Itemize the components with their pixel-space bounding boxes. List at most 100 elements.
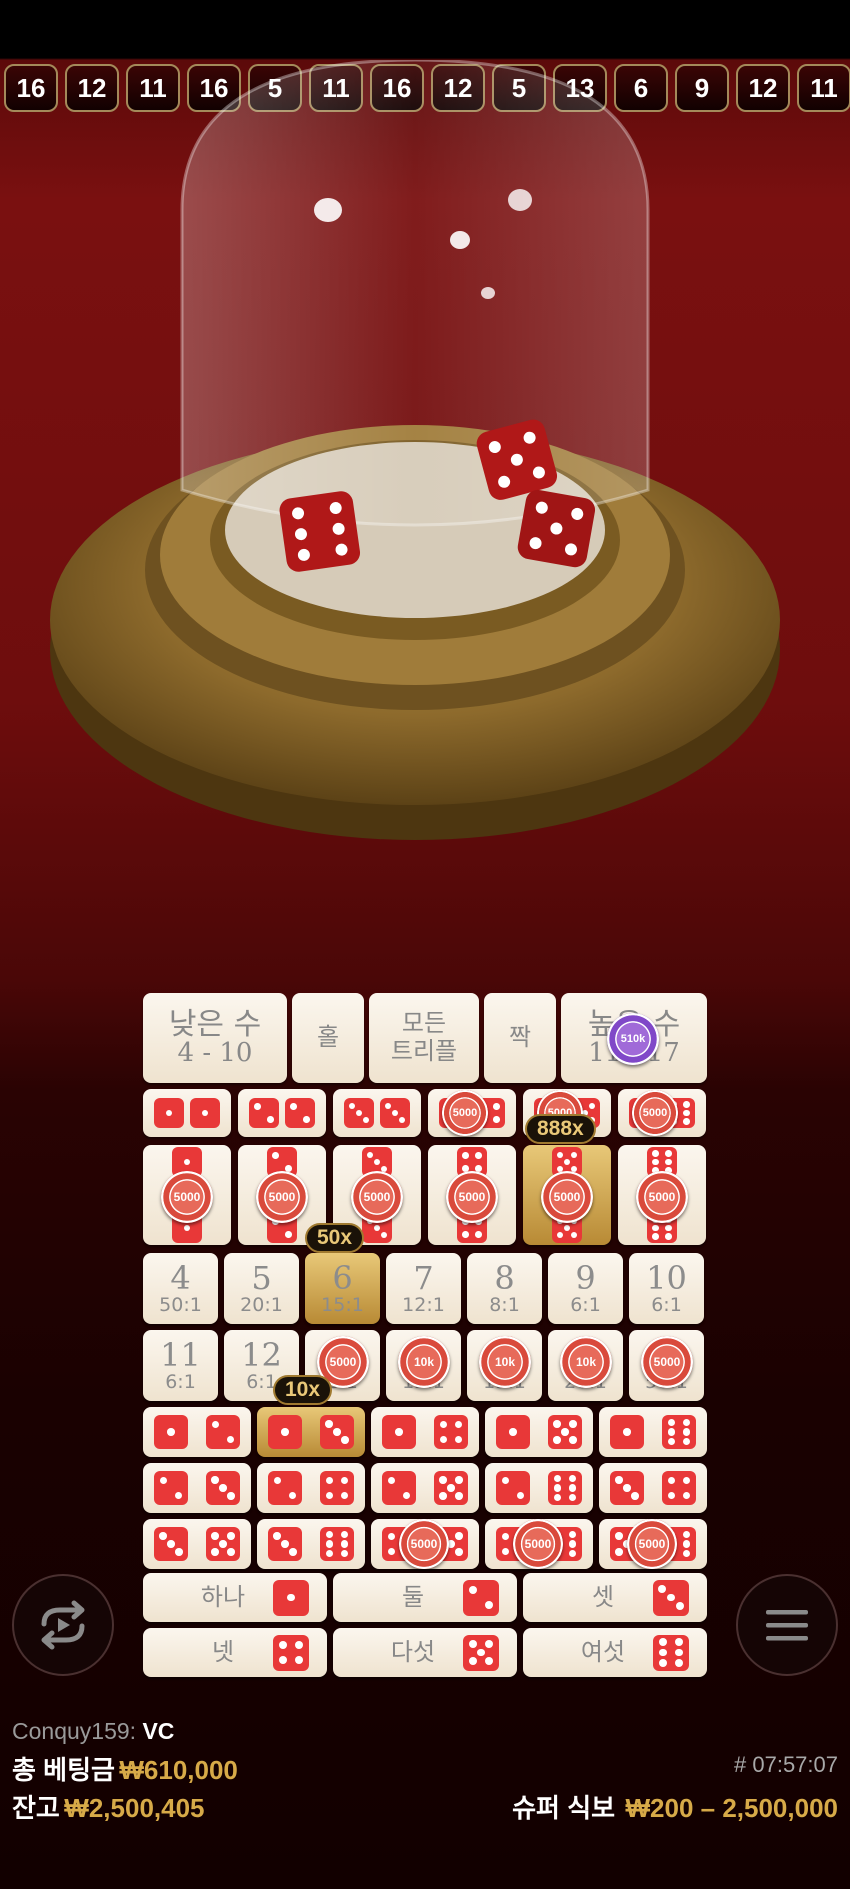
bet-odd-label: 홀 [316, 1023, 340, 1052]
bet-single-5[interactable]: 다섯 [333, 1628, 517, 1677]
round-id: # 07:57:07 [734, 1752, 838, 1777]
chip-510k: 510k [607, 1013, 659, 1065]
total-bet-value: ₩610,000 [119, 1755, 238, 1785]
die-face-6 [653, 1634, 689, 1671]
total-number: 11 [160, 1335, 201, 1374]
game-name: 슈퍼 식보 [512, 1793, 616, 1823]
die-face-1 [268, 1415, 302, 1449]
die-face-4 [320, 1471, 354, 1505]
die-face-4 [434, 1415, 468, 1449]
bet-total-8[interactable]: 8 8:1 [467, 1253, 542, 1324]
bet-combo-2-6[interactable] [485, 1463, 593, 1513]
bet-single-4[interactable]: 넷 [143, 1628, 327, 1677]
bet-total-17[interactable]: 1750:15000 [629, 1330, 704, 1401]
bet-combo-1-2[interactable] [143, 1407, 251, 1457]
bet-triple-1[interactable]: 5000 [143, 1145, 231, 1245]
bet-combo-4-5[interactable]: 5000 [371, 1519, 479, 1569]
die-face-2 [154, 1471, 188, 1505]
bet-chip: 5000 [627, 1519, 677, 1569]
single-bet-label: 하나 [200, 1582, 246, 1611]
bet-total-14[interactable]: 1412:110k [386, 1330, 461, 1401]
multiplier-combo: 10x [273, 1375, 333, 1405]
menu-button[interactable] [736, 1574, 838, 1676]
bet-single-6[interactable]: 여섯 [523, 1628, 707, 1677]
die-face-2 [285, 1098, 315, 1128]
bet-combo-3-4[interactable] [599, 1463, 707, 1513]
die-face-6 [320, 1527, 354, 1561]
die-face-1 [154, 1098, 184, 1128]
bet-total-16[interactable]: 1620:110k [548, 1330, 623, 1401]
die-face-3 [653, 1579, 689, 1616]
bet-chip: 5000 [351, 1171, 403, 1223]
bet-total-15[interactable]: 1515:110k [467, 1330, 542, 1401]
bet-total-7[interactable]: 7 12:1 [386, 1253, 461, 1324]
single-bet-label: 셋 [591, 1582, 615, 1611]
total-number: 5 [251, 1258, 272, 1297]
game-screen: { "history": ["16","12","11","16","5","1… [0, 0, 850, 1889]
bet-double-1[interactable] [143, 1089, 231, 1137]
footer-info: Conquy159: VC 총 베팅금 ₩610,000 잔고 ₩2,500,4… [12, 1718, 838, 1823]
bet-single-2[interactable]: 둘 [333, 1573, 517, 1622]
bet-total-10[interactable]: 10 6:1 [629, 1253, 704, 1324]
bet-combo-1-4[interactable] [371, 1407, 479, 1457]
bet-combo-1-6[interactable] [599, 1407, 707, 1457]
die-face-5 [434, 1471, 468, 1505]
bet-double-3[interactable] [333, 1089, 421, 1137]
total-bet-label: 총 베팅금 [12, 1755, 115, 1785]
die-face-3 [268, 1527, 302, 1561]
total-odds: 6:1 [165, 1370, 196, 1393]
bet-triple-4[interactable]: 5000 [428, 1145, 516, 1245]
bet-total-6[interactable]: 6 15:1 [305, 1253, 380, 1324]
total-odds: 6:1 [570, 1293, 601, 1316]
bet-double-6[interactable]: 5000 [618, 1089, 706, 1137]
bet-combo-2-4[interactable] [257, 1463, 365, 1513]
bet-triple-5[interactable]: 5000 [523, 1145, 611, 1245]
die-face-4 [662, 1471, 696, 1505]
bet-combo-2-3[interactable] [143, 1463, 251, 1513]
bet-double-2[interactable] [238, 1089, 326, 1137]
bet-single-3[interactable]: 셋 [523, 1573, 707, 1622]
repeat-icon [41, 1600, 85, 1650]
bet-odd[interactable]: 홀 [292, 993, 364, 1083]
single-bet-label: 둘 [401, 1582, 425, 1611]
game-limits: 슈퍼 식보 ₩200 – 2,500,000 [512, 1788, 838, 1825]
total-number: 9 [575, 1258, 596, 1297]
bet-chip: 5000 [399, 1519, 449, 1569]
total-odds: 15:1 [321, 1293, 364, 1316]
bet-big[interactable]: 높은 수 11 - 17 510k [561, 993, 707, 1083]
single-bet-label: 다섯 [390, 1637, 436, 1666]
bet-any-triple[interactable]: 모든 트리플 [369, 993, 479, 1083]
bet-total-11[interactable]: 11 6:1 [143, 1330, 218, 1401]
balance-value: ₩2,500,405 [64, 1793, 205, 1823]
die-face-2 [268, 1471, 302, 1505]
bet-combo-3-6[interactable] [257, 1519, 365, 1569]
repeat-bet-button[interactable] [12, 1574, 114, 1676]
bet-total-9[interactable]: 9 6:1 [548, 1253, 623, 1324]
die-face-5 [463, 1634, 499, 1671]
bet-total-5[interactable]: 5 20:1 [224, 1253, 299, 1324]
bet-combo-1-3[interactable] [257, 1407, 365, 1457]
bet-chip: 5000 [632, 1090, 678, 1136]
bet-chip: 10k [398, 1336, 450, 1388]
die-face-3 [320, 1415, 354, 1449]
bet-total-4[interactable]: 4 50:1 [143, 1253, 218, 1324]
bet-combo-4-6[interactable]: 5000 [485, 1519, 593, 1569]
bet-triple-6[interactable]: 5000 [618, 1145, 706, 1245]
die-face-5 [548, 1415, 582, 1449]
total-number: 6 [332, 1258, 353, 1297]
bet-small[interactable]: 낮은 수 4 - 10 [143, 993, 287, 1083]
bet-even[interactable]: 짝 [484, 993, 556, 1083]
die-face-2 [206, 1415, 240, 1449]
die-face-3 [344, 1098, 374, 1128]
bet-combo-3-5[interactable] [143, 1519, 251, 1569]
multiplier-total: 50x [305, 1223, 365, 1253]
bet-chip: 10k [560, 1336, 612, 1388]
single-bet-label: 여섯 [580, 1637, 626, 1666]
glass-dome [180, 60, 650, 527]
bet-combo-2-5[interactable] [371, 1463, 479, 1513]
bet-double-4[interactable]: 5000 [428, 1089, 516, 1137]
bet-combo-1-5[interactable] [485, 1407, 593, 1457]
die-face-6 [548, 1471, 582, 1505]
bet-single-1[interactable]: 하나 [143, 1573, 327, 1622]
bet-combo-5-6[interactable]: 5000 [599, 1519, 707, 1569]
